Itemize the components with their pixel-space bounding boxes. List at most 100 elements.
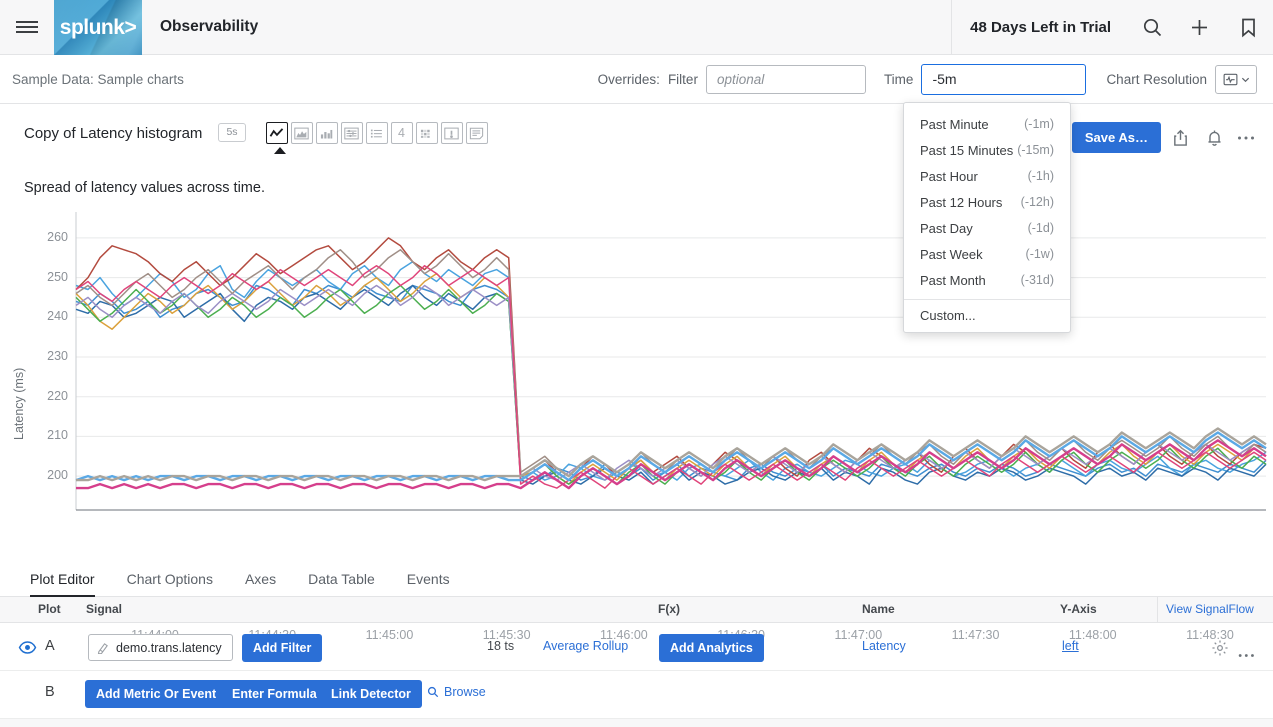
single-value-icon[interactable]: 4 [390,122,413,144]
more-icon[interactable] [1233,123,1259,153]
time-option-custom[interactable]: Custom... [904,302,1070,328]
time-option-1w[interactable]: Past Week (-1w) [904,241,1070,267]
chart-header-actions: Save As… [1037,122,1259,153]
header-fx: F(x) [658,602,680,616]
time-option-code: (-15m) [1017,143,1054,157]
link-detector-button[interactable]: Link Detector [320,680,422,708]
chart-subtitle: Spread of latency values across time. [24,180,265,196]
add-analytics-button[interactable]: Add Analytics [659,634,764,662]
browse-label: Browse [444,685,486,699]
tab-plot-editor[interactable]: Plot Editor [14,571,111,597]
browse-link[interactable]: Browse [427,685,486,699]
share-icon[interactable] [1165,123,1195,153]
chart-header: Copy of Latency histogram 5s 4 Save As… [0,122,1273,168]
chart-series-line [75,272,1267,485]
time-option-code: (-1w) [1025,247,1054,261]
area-chart-icon[interactable] [290,122,313,144]
plot-area[interactable]: Latency (ms) 200210220230240250260 11:44… [0,208,1273,642]
time-option-label: Past Month [920,272,986,288]
timeseries-count: 18 ts [487,639,515,653]
plot-table-header: Plot Signal F(x) Name Y-Axis View Signal… [0,597,1273,623]
enter-formula-button[interactable]: Enter Formula [221,680,328,708]
time-label: Time [883,71,914,87]
heatmap-icon[interactable] [415,122,438,144]
list-icon[interactable] [365,122,388,144]
time-option-31d[interactable]: Past Month (-31d) [904,267,1070,293]
splunk-logo-text: splunk> [59,15,137,39]
save-as-button[interactable]: Save As… [1071,122,1161,153]
histogram-icon[interactable] [340,122,363,144]
chart-type-selector: 4 [265,122,488,154]
plot-name-link[interactable]: Latency [862,639,906,653]
time-option-code: (-31d) [1020,273,1054,287]
line-chart-icon[interactable] [265,122,288,144]
gear-icon[interactable] [1211,639,1229,662]
row-letter-b: B [45,684,55,700]
time-option-custom-label: Custom... [920,307,976,323]
signal-input[interactable]: demo.trans.latency [88,634,233,661]
average-rollup-link[interactable]: Average Rollup [543,639,628,653]
add-filter-button[interactable]: Add Filter [242,634,323,662]
overrides-label: Overrides: [597,71,660,87]
sample-data-label: Sample Data: Sample charts [12,71,184,87]
header-signal: Signal [86,602,123,616]
filter-label: Filter [667,71,698,87]
time-option-1d[interactable]: Past Day (-1d) [904,215,1070,241]
time-option-label: Past Minute [920,116,989,132]
time-option-label: Past Day [920,220,973,236]
signal-value: demo.trans.latency [116,640,222,655]
visibility-toggle-icon[interactable] [18,638,37,662]
plus-icon[interactable] [1176,0,1223,54]
text-note-icon[interactable] [465,122,488,144]
metric-icon [97,642,108,654]
trial-status-text: 48 Days Left in Trial [951,0,1129,55]
chart-title: Copy of Latency histogram [24,125,203,142]
time-option-1h[interactable]: Past Hour (-1h) [904,163,1070,189]
add-metric-or-event-button[interactable]: Add Metric Or Event [85,680,228,708]
row-letter-a: A [45,638,55,654]
hamburger-icon[interactable] [0,0,54,54]
chart-series-line [75,260,1267,481]
time-option-label: Past 12 Hours [920,194,1003,210]
chart-resolution-button[interactable] [1215,64,1257,94]
bookmark-icon[interactable] [1223,0,1273,54]
tab-axes[interactable]: Axes [229,571,292,596]
editor-tabs: Plot Editor Chart Options Axes Data Table Ev… [0,557,1273,597]
bell-icon[interactable] [1199,123,1229,153]
time-option-15m[interactable]: Past 15 Minutes (-15m) [904,137,1070,163]
resolution-badge: 5s [218,123,246,142]
row-more-icon[interactable] [1238,645,1255,663]
event-feed-icon[interactable] [440,122,463,144]
time-option-label: Past Hour [920,168,978,184]
search-icon[interactable] [1129,0,1176,54]
header-divider [1157,597,1158,623]
time-option-1m[interactable]: Past Minute (-1m) [904,111,1070,137]
tab-chart-options[interactable]: Chart Options [111,571,229,596]
y-axis-link[interactable]: left [1062,639,1079,653]
pulse-icon [1223,73,1237,85]
time-range-dropdown[interactable]: Past Minute (-1m) Past 15 Minutes (-15m) Pas… [903,102,1071,333]
chevron-down-icon [1241,77,1249,82]
time-option-code: (-1h) [1027,169,1054,183]
time-option-12h[interactable]: Past 12 Hours (-12h) [904,189,1070,215]
tab-data-table[interactable]: Data Table [292,571,391,596]
latency-line-chart[interactable] [0,208,1273,538]
splunk-logo[interactable]: splunk> [54,0,142,55]
filter-input[interactable] [705,64,866,94]
time-option-code: (-1d) [1027,221,1054,235]
plot-row-b: B Add Metric Or Event Enter Formula Link… [0,671,1273,719]
chart-series-line [75,264,1267,489]
page-bottom-strip [0,719,1273,727]
view-signalflow-link[interactable]: View SignalFlow [1166,602,1254,616]
app-title: Observability [160,18,259,35]
header-name: Name [862,602,895,616]
time-input[interactable] [921,63,1087,95]
header-yaxis: Y-Axis [1060,602,1097,616]
time-option-label: Past 15 Minutes [920,142,1014,158]
tab-events[interactable]: Events [391,571,466,596]
overrides-bar: Sample Data: Sample charts Overrides: Fi… [0,55,1273,104]
column-chart-icon[interactable] [315,122,338,144]
chart-resolution-label: Chart Resolution [1106,71,1207,87]
time-option-code: (-1m) [1024,117,1054,131]
